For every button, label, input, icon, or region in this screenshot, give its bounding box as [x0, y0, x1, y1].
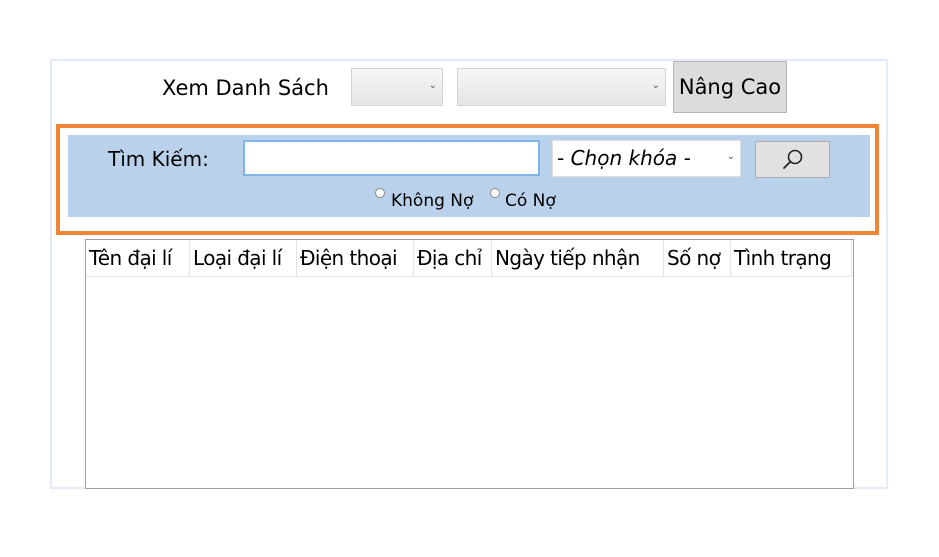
- radio-khong-no[interactable]: [375, 188, 385, 198]
- search-key-select[interactable]: - Chọn khóa - ⌄: [552, 140, 741, 177]
- search-label: Tìm Kiếm:: [108, 147, 209, 171]
- column-header-status[interactable]: Tình trạng: [731, 240, 852, 277]
- column-header-phone[interactable]: Điện thoại: [297, 240, 414, 277]
- radio-co-no-label[interactable]: Có Nợ: [505, 190, 556, 212]
- view-list-label: Xem Danh Sách: [162, 76, 329, 100]
- advanced-button[interactable]: Nâng Cao: [673, 61, 787, 113]
- column-header-type[interactable]: Loại đại lí: [190, 240, 297, 277]
- agent-table[interactable]: Tên đại lí Loại đại lí Điện thoại Địa ch…: [85, 239, 854, 489]
- search-key-value: - Chọn khóa -: [557, 146, 691, 170]
- filter-dropdown-2[interactable]: ⌄: [457, 68, 666, 106]
- column-header-debt[interactable]: Số nợ: [664, 240, 731, 277]
- filter-dropdown-1[interactable]: ⌄: [351, 68, 443, 106]
- radio-co-no[interactable]: [490, 188, 500, 198]
- column-header-address[interactable]: Địa chỉ: [414, 240, 492, 277]
- chevron-down-icon: ⌄: [651, 80, 660, 91]
- column-header-name[interactable]: Tên đại lí: [86, 240, 190, 277]
- chevron-down-icon: ⌄: [428, 80, 437, 91]
- table-header: Tên đại lí Loại đại lí Điện thoại Địa ch…: [86, 240, 852, 277]
- chevron-down-icon: ⌄: [726, 151, 735, 162]
- search-input[interactable]: [243, 140, 540, 176]
- column-header-date[interactable]: Ngày tiếp nhận: [492, 240, 664, 277]
- search-icon: [782, 149, 802, 169]
- search-button[interactable]: [755, 141, 830, 178]
- radio-khong-no-label[interactable]: Không Nợ: [391, 190, 473, 212]
